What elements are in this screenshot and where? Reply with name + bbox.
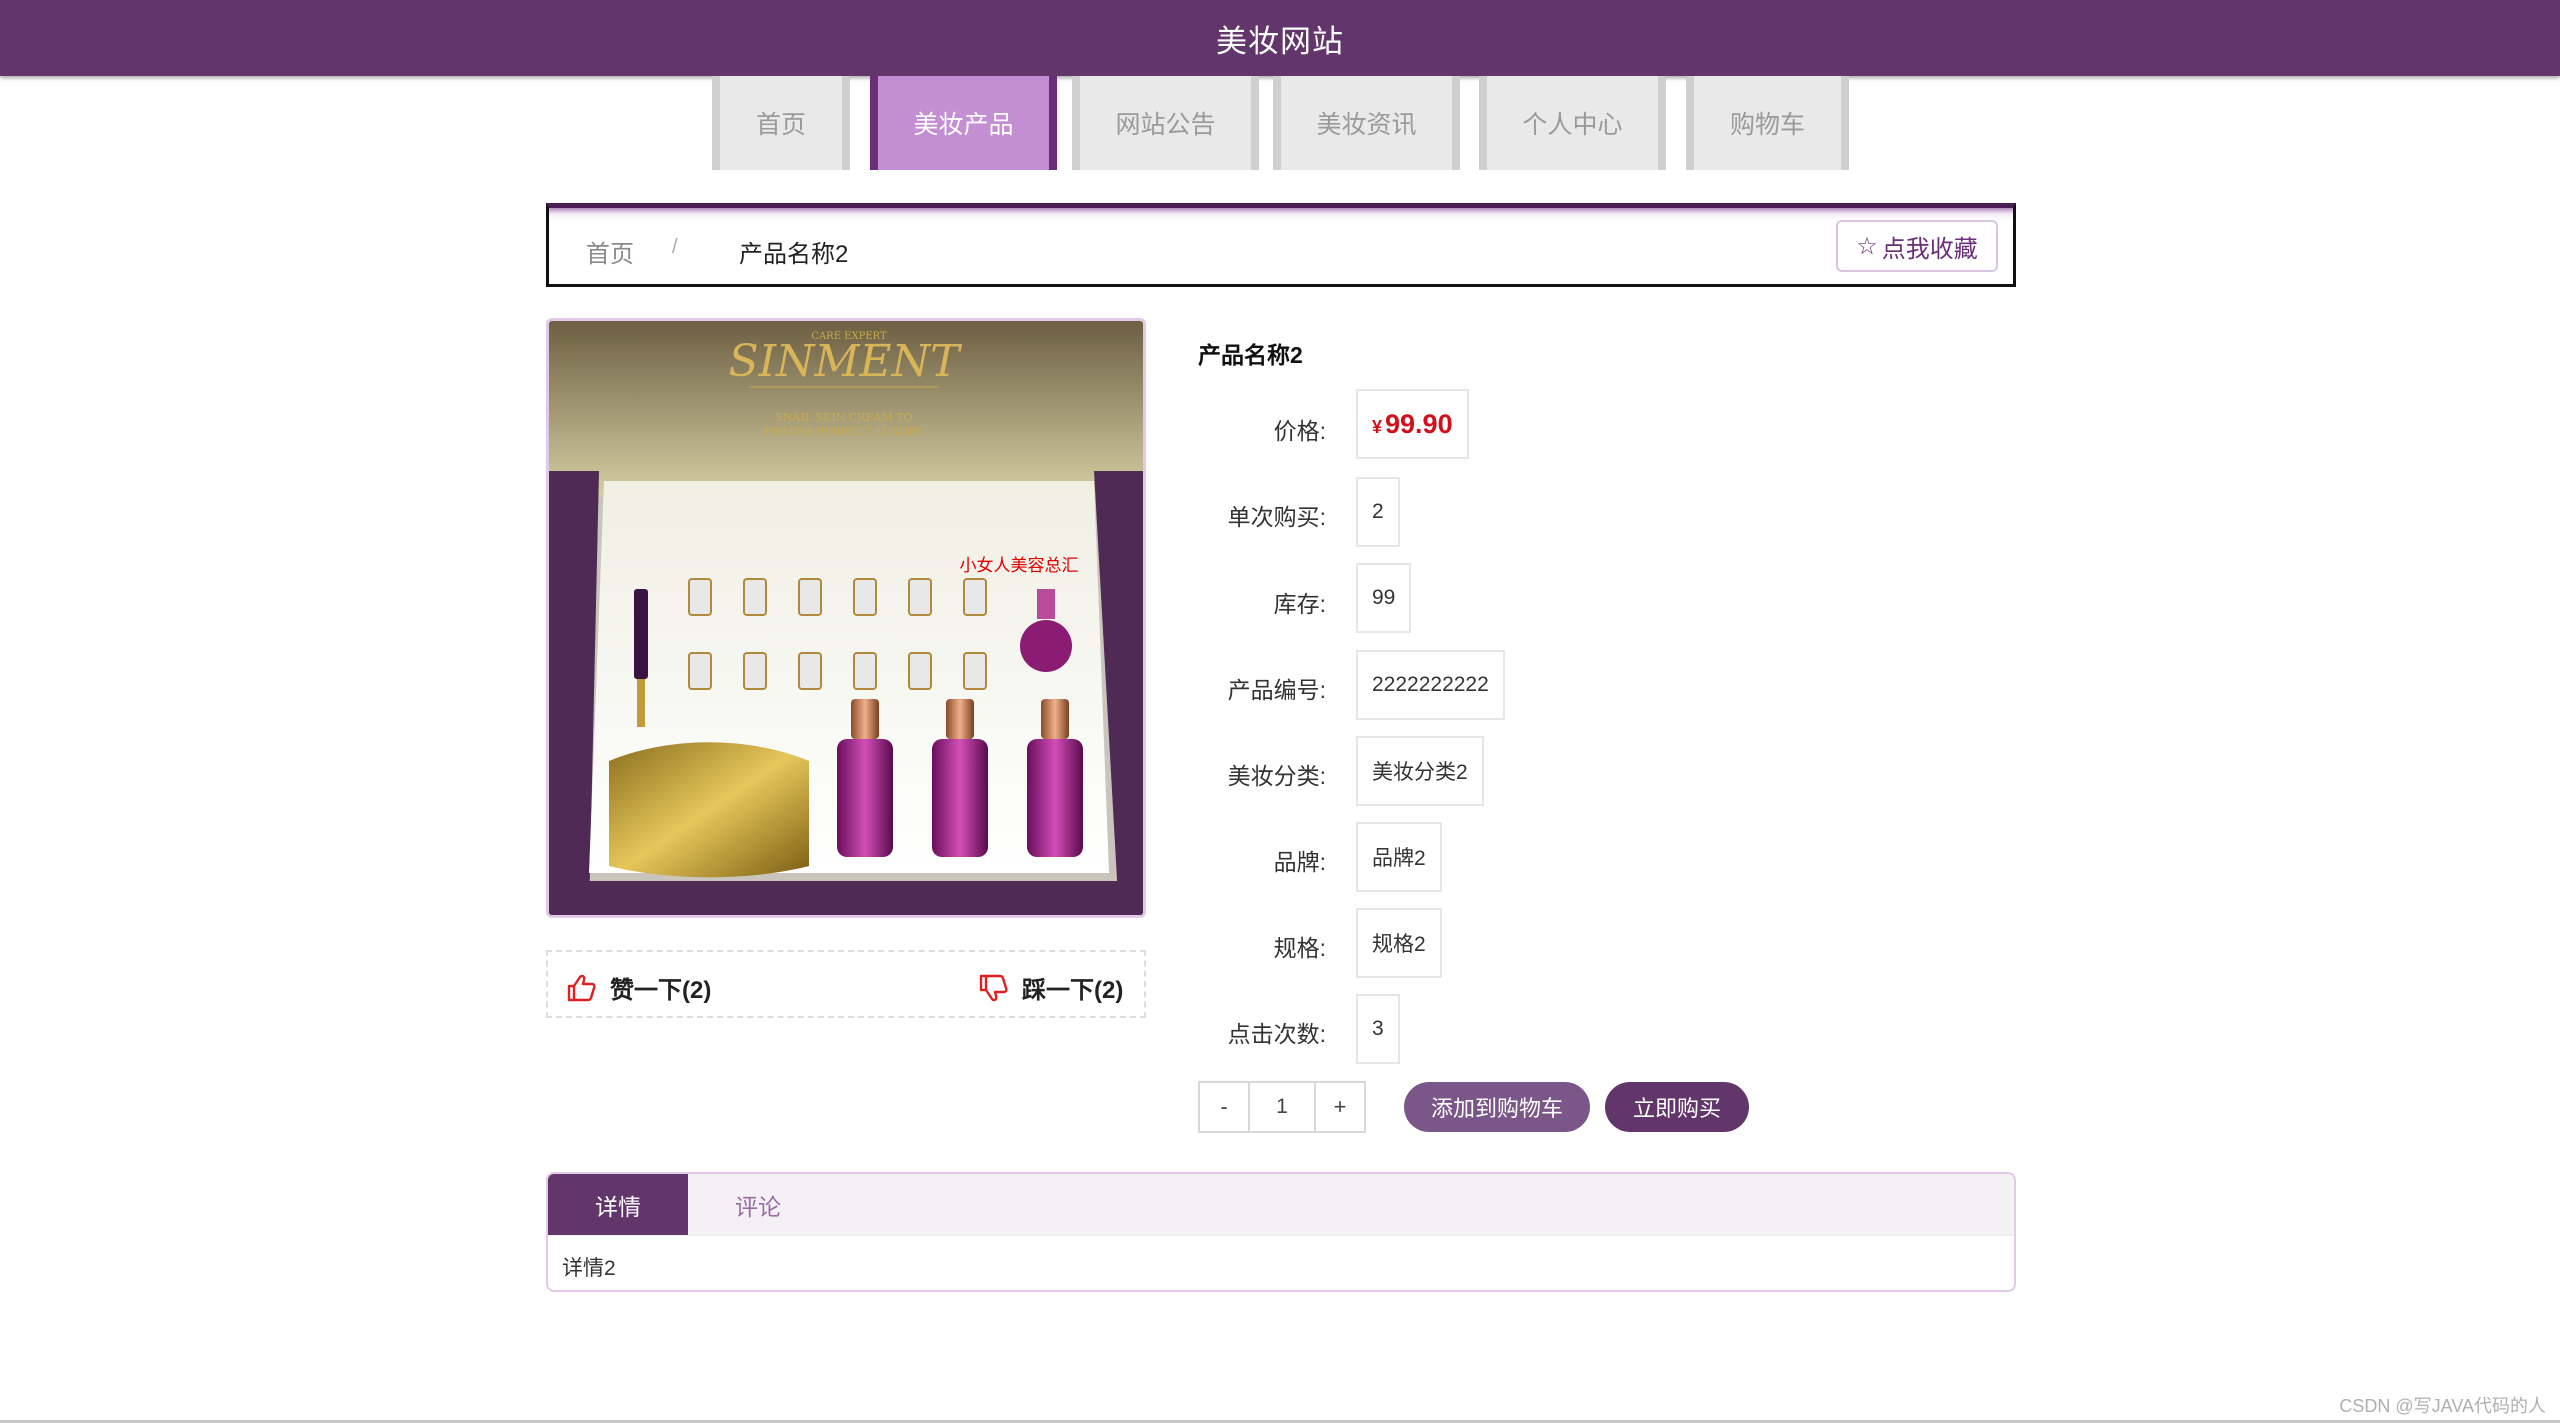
watermark: CSDN @写JAVA代码的人	[2339, 1396, 2546, 1416]
breadcrumb-current: 产品名称2	[739, 241, 849, 268]
click-count-value: 3	[1356, 994, 1400, 1064]
spec-label: 规格:	[1273, 935, 1326, 961]
thumbs-up-icon	[567, 974, 596, 1001]
tab-comments[interactable]: 评论	[688, 1174, 828, 1235]
quantity-input[interactable]: 1	[1248, 1083, 1316, 1131]
svg-text:FRAGRA PERFECT LUXURY: FRAGRA PERFECT LUXURY	[764, 425, 924, 438]
nav-item-label: 美妆产品	[913, 111, 1014, 139]
stock-label: 库存:	[1273, 591, 1326, 617]
favorite-button-label: 点我收藏	[1881, 235, 1978, 263]
nav-item-announcements[interactable]: 网站公告	[1072, 76, 1259, 170]
thumbs-down-icon	[979, 974, 1008, 1001]
star-outline-icon: ☆	[1856, 232, 1878, 260]
currency-symbol: ¥	[1372, 416, 1383, 437]
quantity-decrease-button[interactable]: -	[1200, 1083, 1248, 1131]
tab-content: 详情2	[562, 1257, 616, 1280]
favorite-button[interactable]: ☆ 点我收藏	[1836, 220, 1998, 272]
price-label: 价格:	[1273, 418, 1326, 444]
buy-now-button[interactable]: 立即购买	[1605, 1082, 1749, 1132]
nav-item-label: 个人中心	[1522, 111, 1623, 139]
price-amount: 99.90	[1385, 408, 1453, 439]
site-header: 美妆网站	[0, 0, 2560, 76]
nav-item-cart[interactable]: 购物车	[1686, 76, 1849, 170]
stock-value: 99	[1356, 563, 1412, 633]
add-to-cart-button[interactable]: 添加到购物车	[1404, 1082, 1590, 1132]
category-label: 美妆分类:	[1227, 763, 1326, 789]
nav-item-label: 网站公告	[1115, 111, 1216, 139]
per-purchase-value: 2	[1356, 477, 1400, 547]
nav-item-products[interactable]: 美妆产品	[870, 76, 1057, 170]
breadcrumb-home[interactable]: 首页	[586, 234, 634, 269]
click-count-label: 点击次数:	[1227, 1021, 1326, 1047]
nav-item-news[interactable]: 美妆资讯	[1273, 76, 1460, 170]
image-watermark: 小女人美容总汇	[960, 556, 1079, 575]
tab-header: 详情 评论	[548, 1174, 2014, 1236]
nav-item-label: 首页	[755, 111, 806, 139]
breadcrumb-separator: /	[672, 236, 678, 258]
brand-label: 品牌:	[1273, 849, 1326, 875]
svg-text:SINMENT: SINMENT	[728, 336, 963, 387]
price-value: ¥99.90	[1356, 389, 1469, 459]
nav-item-label: 美妆资讯	[1316, 111, 1417, 139]
vote-bar: 赞一下(2) 踩一下(2)	[546, 950, 1146, 1018]
tab-details[interactable]: 详情	[548, 1174, 688, 1235]
dislike-label: 踩一下(2)	[1022, 977, 1124, 1004]
product-image: CARE EXPERT SINMENT SNAIL SKIN CREAM TO …	[546, 318, 1146, 918]
nav-item-label: 购物车	[1729, 111, 1805, 139]
spec-value: 规格2	[1356, 908, 1442, 978]
site-title: 美妆网站	[1216, 23, 1344, 59]
nav-item-profile[interactable]: 个人中心	[1479, 76, 1666, 170]
like-label: 赞一下(2)	[610, 977, 712, 1004]
quantity-stepper: - 1 +	[1198, 1081, 1366, 1133]
per-purchase-label: 单次购买:	[1227, 504, 1326, 530]
detail-tabs: 详情 评论 详情2	[546, 1172, 2016, 1292]
quantity-increase-button[interactable]: +	[1316, 1083, 1364, 1131]
product-code-value: 2222222222	[1356, 650, 1505, 720]
like-button[interactable]: 赞一下(2)	[566, 970, 711, 1005]
brand-value: 品牌2	[1356, 822, 1442, 892]
dislike-button[interactable]: 踩一下(2)	[978, 970, 1123, 1005]
product-title: 产品名称2	[1198, 342, 1303, 368]
svg-text:SNAIL SKIN CREAM TO: SNAIL SKIN CREAM TO	[775, 411, 912, 424]
nav-item-home[interactable]: 首页	[712, 76, 850, 170]
category-value: 美妆分类2	[1356, 736, 1484, 806]
main-nav: 首页 美妆产品 网站公告 美妆资讯 个人中心 购物车	[0, 76, 2560, 172]
product-code-label: 产品编号:	[1227, 677, 1326, 703]
breadcrumb: 首页 / 产品名称2 ☆ 点我收藏	[546, 203, 2016, 287]
